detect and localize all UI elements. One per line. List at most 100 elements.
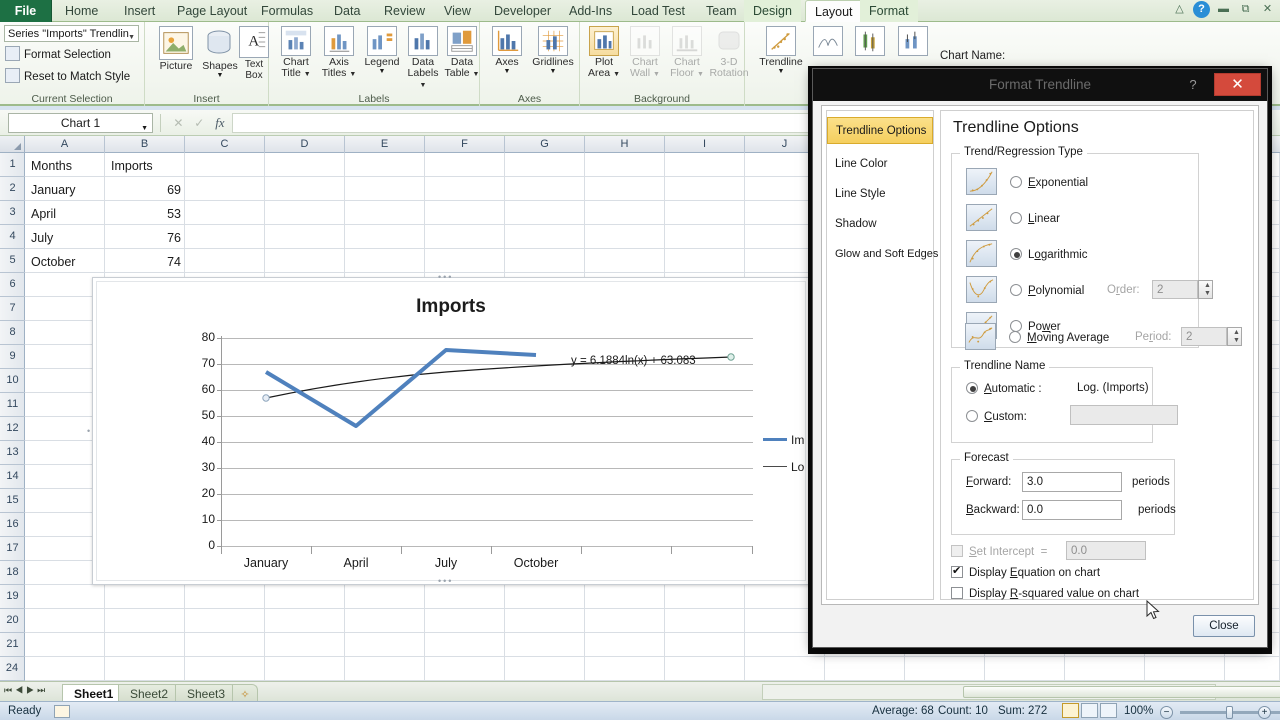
close-icon[interactable]: ✕ — [1214, 73, 1261, 96]
chart-object[interactable]: Imports 80 70 60 50 40 30 20 10 0 Januar… — [87, 272, 810, 586]
column-header-G[interactable]: G — [505, 136, 585, 153]
row-header-6[interactable]: 6 — [0, 273, 25, 297]
row-header-24[interactable]: 24 — [0, 657, 25, 681]
legend-entry-imports[interactable]: Im — [763, 433, 804, 447]
zoom-in-icon[interactable]: + — [1258, 705, 1271, 720]
row-header-17[interactable]: 17 — [0, 537, 25, 561]
legend-button[interactable]: Legend ▼ — [361, 26, 403, 75]
minimize-icon[interactable]: ▬ — [1215, 1, 1232, 18]
normal-view-icon[interactable] — [1062, 703, 1079, 718]
nav-item-line-style[interactable]: Line Style — [827, 181, 933, 208]
prev-sheet-icon[interactable]: ◀ — [15, 685, 26, 695]
sheet-tab-sheet2[interactable]: Sheet2 — [118, 684, 181, 702]
lines-button[interactable]: Lines — [807, 26, 849, 68]
gridlines-button[interactable]: Gridlines ▼ — [528, 26, 578, 75]
chevron-down-icon[interactable]: ▼ — [361, 68, 403, 75]
trendline-equation-label[interactable]: y = 6.1884ln(x) + 63.083 — [571, 355, 696, 367]
logarithmic-trend-icon[interactable] — [966, 240, 997, 267]
chevron-down-icon[interactable]: ▼ — [197, 72, 243, 79]
nav-item-glow-and-soft-edges[interactable]: Glow and Soft Edges — [827, 241, 938, 268]
column-header-F[interactable]: F — [425, 136, 505, 153]
nav-item-shadow[interactable]: Shadow — [827, 211, 933, 238]
page-break-view-icon[interactable] — [1100, 703, 1117, 718]
column-header-C[interactable]: C — [185, 136, 265, 153]
tab-view[interactable]: View — [435, 0, 480, 22]
row-header-11[interactable]: 11 — [0, 393, 25, 417]
exponential-trend-icon[interactable] — [966, 168, 997, 195]
axis-titles-button[interactable]: Axis Titles ▼ — [317, 26, 361, 80]
cell-A1[interactable]: Months — [27, 154, 105, 178]
zoom-slider-thumb[interactable] — [1226, 706, 1233, 719]
row-header-14[interactable]: 14 — [0, 465, 25, 489]
zoom-out-icon[interactable]: − — [1160, 705, 1173, 720]
next-sheet-icon[interactable]: ▶ — [26, 685, 37, 695]
axes-button[interactable]: Axes ▼ — [486, 26, 528, 75]
chart-wall-button[interactable]: Chart Wall ▼ — [624, 26, 666, 80]
row-header-3[interactable]: 3 — [0, 201, 25, 225]
tab-formulas[interactable]: Formulas — [252, 0, 322, 22]
period-stepper[interactable]: ▲ ▼ — [1227, 327, 1242, 346]
radio-automatic-name[interactable]: Automatic : — [966, 382, 1042, 395]
row-header-18[interactable]: 18 — [0, 561, 25, 585]
order-stepper[interactable]: ▲ ▼ — [1198, 280, 1213, 299]
row-header-19[interactable]: 19 — [0, 585, 25, 609]
sheet-tab-sheet1[interactable]: Sheet1 — [62, 684, 126, 702]
column-header-D[interactable]: D — [265, 136, 345, 153]
row-header-12[interactable]: 12 — [0, 417, 25, 441]
radio-logarithmic[interactable]: Logarithmic — [1010, 248, 1087, 261]
row-header-20[interactable]: 20 — [0, 609, 25, 633]
row-header-15[interactable]: 15 — [0, 489, 25, 513]
tab-page-layout[interactable]: Page Layout — [168, 0, 256, 22]
plot-area-button[interactable]: Plot Area ▼ — [584, 26, 624, 80]
cell-A3[interactable]: April — [27, 202, 105, 226]
column-header-A[interactable]: A — [25, 136, 105, 153]
data-table-button[interactable]: Data Table ▼ — [443, 26, 481, 80]
row-header-8[interactable]: 8 — [0, 321, 25, 345]
horizontal-scroll-thumb[interactable] — [963, 686, 1280, 698]
legend-entry-log-imports[interactable]: Lo — [763, 460, 804, 474]
page-layout-view-icon[interactable] — [1081, 703, 1098, 718]
nav-item-trendline-options[interactable]: Trendline Options — [827, 117, 933, 144]
tab-data[interactable]: Data — [325, 0, 369, 22]
tab-developer[interactable]: Developer — [485, 0, 560, 22]
display-rsquared-checkbox[interactable]: Display R-squared value on chart — [951, 587, 1139, 600]
cell-B1[interactable]: Imports — [107, 154, 185, 178]
reset-to-match-style-button[interactable]: Reset to Match Style — [5, 68, 130, 87]
chart-top-handle[interactable]: ••• — [438, 272, 453, 282]
row-header-7[interactable]: 7 — [0, 297, 25, 321]
column-header-E[interactable]: E — [345, 136, 425, 153]
row-header-4[interactable]: 4 — [0, 225, 25, 249]
cancel-icon[interactable]: ✕ — [173, 116, 183, 130]
row-header-9[interactable]: 9 — [0, 345, 25, 369]
updown-bars-button[interactable]: Up/Down — [849, 26, 891, 68]
sheet-tab-sheet3[interactable]: Sheet3 — [175, 684, 238, 702]
chevron-down-icon[interactable]: ▼ — [528, 68, 578, 75]
radio-moving-average[interactable]: Moving Average — [1009, 331, 1109, 344]
help-icon[interactable]: ? — [1183, 75, 1203, 95]
tab-home[interactable]: Home — [56, 0, 107, 22]
radio-custom-name[interactable]: Custom: — [966, 410, 1027, 423]
data-labels-button[interactable]: Data Labels ▼ — [403, 26, 443, 91]
restore-icon[interactable]: ⧉ — [1237, 1, 1254, 18]
display-equation-checkbox[interactable]: Display Equation on chart — [951, 564, 1100, 579]
collapse-ribbon-icon[interactable]: △ — [1171, 1, 1188, 18]
last-sheet-icon[interactable]: ⏭ — [37, 685, 48, 695]
select-all-corner[interactable] — [0, 136, 25, 153]
cell-B4[interactable]: 76 — [107, 226, 185, 250]
nav-item-line-color[interactable]: Line Color — [827, 151, 933, 178]
set-intercept-input[interactable]: 0.0 — [1066, 541, 1146, 560]
tab-review[interactable]: Review — [375, 0, 434, 22]
column-header-H[interactable]: H — [585, 136, 665, 153]
rotation-3d-button[interactable]: 3-D Rotation — [708, 26, 750, 79]
cell-A5[interactable]: October — [27, 250, 105, 274]
fx-icon[interactable]: fx — [215, 115, 224, 131]
chart-title-button[interactable]: Chart Title ▼ — [275, 26, 317, 80]
tab-team[interactable]: Team — [697, 0, 746, 22]
row-header-13[interactable]: 13 — [0, 441, 25, 465]
radio-linear[interactable]: Linear — [1010, 212, 1060, 225]
chevron-down-icon[interactable]: ▼ — [486, 68, 528, 75]
chart-bottom-handle[interactable]: ••• — [438, 576, 453, 586]
tab-insert[interactable]: Insert — [115, 0, 164, 22]
chevron-down-icon[interactable]: ▼ — [755, 68, 807, 75]
sheet-nav-buttons[interactable]: ⏮◀▶⏭ — [4, 685, 48, 696]
